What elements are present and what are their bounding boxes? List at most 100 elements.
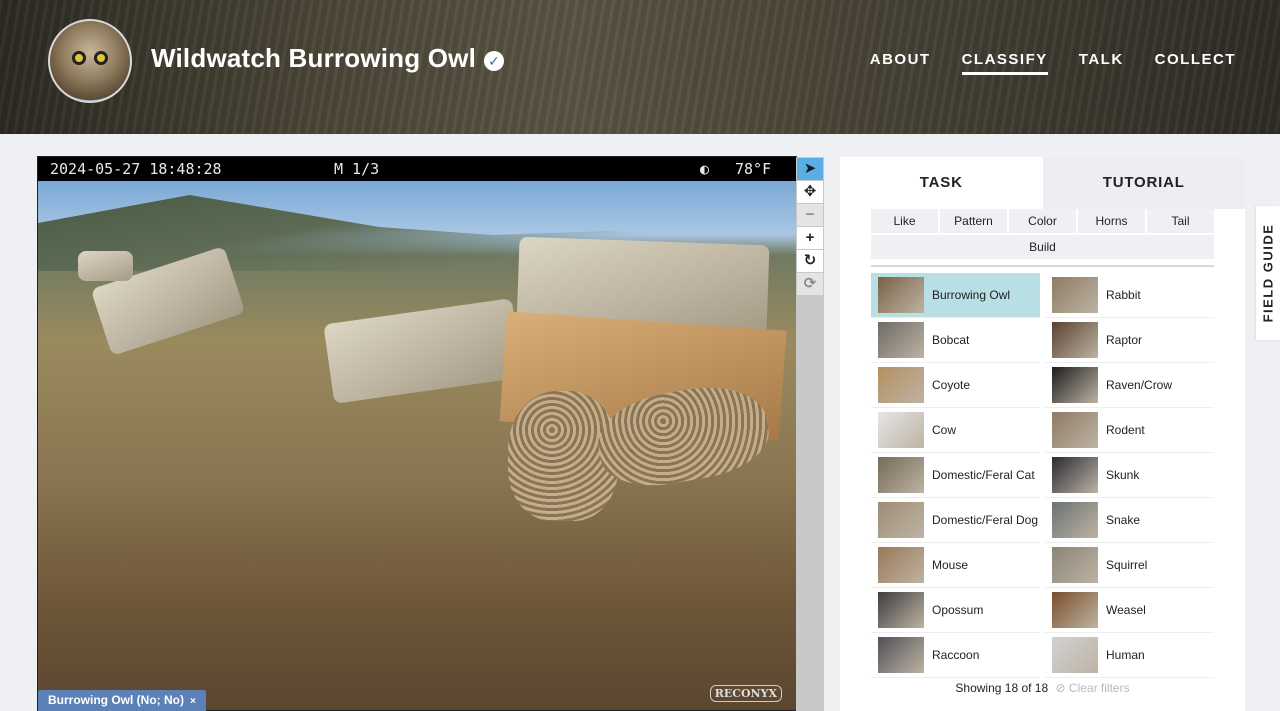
choice-item[interactable]: Rabbit: [1045, 273, 1214, 318]
choice-thumbnail: [878, 367, 924, 403]
owl-eye-right: [94, 51, 108, 65]
zoom-out-icon[interactable]: −: [797, 204, 823, 226]
choice-item[interactable]: Raven/Crow: [1045, 363, 1214, 408]
camera-timestamp: 2024-05-27 18:48:28: [50, 160, 222, 178]
project-avatar[interactable]: [48, 19, 132, 103]
filter-horns[interactable]: Horns: [1078, 209, 1145, 233]
choice-label: Domestic/Feral Dog: [932, 512, 1039, 527]
choice-label: Raccoon: [932, 647, 980, 662]
choice-label: Human: [1106, 647, 1145, 662]
choice-thumbnail: [1052, 637, 1098, 673]
choice-label: Mouse: [932, 557, 969, 572]
choice-label: Weasel: [1106, 602, 1146, 617]
pointer-icon[interactable]: ➤: [797, 158, 823, 180]
annotation-tag-label: Burrowing Owl (No; No): [48, 693, 184, 707]
choice-thumbnail: [878, 547, 924, 583]
choice-thumbnail: [878, 502, 924, 538]
choice-label: Opossum: [932, 602, 984, 617]
choice-item[interactable]: Cow: [871, 408, 1040, 453]
camera-trap-image[interactable]: R83 RECONYX: [38, 181, 796, 710]
choice-label: Squirrel: [1106, 557, 1148, 572]
zoom-in-icon[interactable]: +: [797, 227, 823, 249]
choice-label: Raven/Crow: [1106, 377, 1173, 392]
choice-label: Rabbit: [1106, 287, 1141, 302]
choice-item[interactable]: Squirrel: [1045, 543, 1214, 588]
choice-label: Burrowing Owl: [932, 287, 1011, 302]
choice-label: Bobcat: [932, 332, 970, 347]
choice-label: Skunk: [1106, 467, 1140, 482]
divider: [871, 265, 1214, 267]
choice-thumbnail: [1052, 367, 1098, 403]
annotation-tag[interactable]: Burrowing Owl (No; No) ×: [38, 690, 206, 711]
clear-filters-button[interactable]: ⊘ Clear filters: [1056, 681, 1130, 695]
project-header: Wildwatch Burrowing Owl ✓ ABOUT CLASSIFY…: [0, 0, 1280, 134]
choice-item[interactable]: Opossum: [871, 588, 1040, 633]
choice-item[interactable]: Rodent: [1045, 408, 1214, 453]
choice-item[interactable]: Raptor: [1045, 318, 1214, 363]
nav-about[interactable]: ABOUT: [870, 51, 931, 75]
choice-item[interactable]: Domestic/Feral Dog: [871, 498, 1040, 543]
camera-frame: M 1/3: [334, 160, 380, 178]
close-icon[interactable]: ×: [190, 691, 196, 711]
field-guide-label: FIELD GUIDE: [1260, 223, 1276, 323]
ban-icon: ⊘: [1055, 681, 1066, 695]
choice-thumbnail: [878, 277, 924, 313]
species-choices: Burrowing Owl Rabbit Bobcat Raptor Coyote Rav…: [871, 273, 1214, 678]
tab-task[interactable]: TASK: [840, 157, 1043, 209]
choice-label: Rodent: [1106, 422, 1145, 437]
project-title[interactable]: Wildwatch Burrowing Owl: [151, 43, 476, 74]
choice-thumbnail: [1052, 322, 1098, 358]
choice-label: Raptor: [1106, 332, 1143, 347]
rock: [78, 251, 133, 281]
moon-phase-icon: ◐: [700, 160, 710, 178]
choice-thumbnail: [1052, 277, 1098, 313]
filter-pattern[interactable]: Pattern: [940, 209, 1007, 233]
choice-item[interactable]: Human: [1045, 633, 1214, 678]
choice-item[interactable]: Weasel: [1045, 588, 1214, 633]
rock: [323, 298, 523, 404]
filter-color[interactable]: Color: [1009, 209, 1076, 233]
subject-viewer[interactable]: 2024-05-27 18:48:28 M 1/3 ◐ 78°F R83 REC…: [37, 156, 797, 711]
choice-item[interactable]: Bobcat: [871, 318, 1040, 363]
filter-tail[interactable]: Tail: [1147, 209, 1214, 233]
choice-item[interactable]: Raccoon: [871, 633, 1040, 678]
choice-label: Domestic/Feral Cat: [932, 467, 1035, 482]
project-nav: ABOUT CLASSIFY TALK COLLECT: [870, 51, 1236, 75]
nav-talk[interactable]: TALK: [1079, 51, 1124, 75]
choice-item[interactable]: Snake: [1045, 498, 1214, 543]
choices-footer: Showing 18 of 18 ⊘ Clear filters: [840, 681, 1245, 695]
nav-classify[interactable]: CLASSIFY: [961, 51, 1048, 75]
field-guide-tab[interactable]: FIELD GUIDE: [1256, 206, 1280, 340]
choice-item[interactable]: Skunk: [1045, 453, 1214, 498]
reset-icon[interactable]: ⟳: [797, 273, 823, 295]
choice-item[interactable]: Coyote: [871, 363, 1040, 408]
choice-item[interactable]: Burrowing Owl: [871, 273, 1040, 318]
filter-build[interactable]: Build: [871, 235, 1214, 259]
choice-thumbnail: [878, 637, 924, 673]
choice-thumbnail: [1052, 502, 1098, 538]
choice-thumbnail: [1052, 547, 1098, 583]
choice-label: Snake: [1106, 512, 1141, 527]
filter-bar: Like Pattern Color Horns Tail Build: [871, 209, 1214, 267]
camera-watermark: RECONYX: [709, 685, 782, 702]
choice-item[interactable]: Domestic/Feral Cat: [871, 453, 1040, 498]
clear-filters-label: Clear filters: [1068, 681, 1130, 695]
choice-thumbnail: [878, 322, 924, 358]
move-icon[interactable]: ✥: [797, 181, 823, 203]
choice-item[interactable]: Mouse: [871, 543, 1040, 588]
choice-thumbnail: [1052, 457, 1098, 493]
rotate-icon[interactable]: ↻: [797, 250, 823, 272]
tab-tutorial[interactable]: TUTORIAL: [1042, 157, 1245, 209]
choice-thumbnail: [878, 592, 924, 628]
task-tabs: TASK TUTORIAL: [840, 157, 1245, 209]
viewer-toolbar: ➤ ✥ − + ↻ ⟳: [796, 157, 824, 711]
task-panel: TASK TUTORIAL Like Pattern Color Horns T…: [840, 157, 1245, 711]
camera-temperature: 78°F: [735, 160, 772, 178]
nav-collect[interactable]: COLLECT: [1155, 51, 1236, 75]
showing-count: Showing 18 of 18: [955, 681, 1049, 695]
filter-like[interactable]: Like: [871, 209, 938, 233]
check-circle-icon: ✓: [484, 51, 504, 71]
choice-thumbnail: [1052, 592, 1098, 628]
camera-info-bar: 2024-05-27 18:48:28 M 1/3 ◐ 78°F: [38, 157, 796, 181]
choice-thumbnail: [878, 457, 924, 493]
